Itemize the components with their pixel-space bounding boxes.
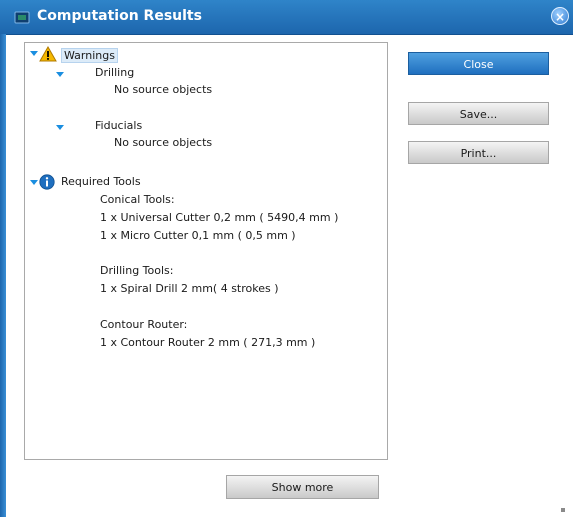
contour-router-item: 1 x Contour Router 2 mm ( 271,3 mm ) xyxy=(100,336,316,349)
drilling-tools-header: Drilling Tools: xyxy=(100,264,174,277)
results-panel: Warnings Drilling No source objects Fidu… xyxy=(24,42,388,460)
expand-triangle-icon[interactable] xyxy=(56,125,64,130)
expand-triangle-icon[interactable] xyxy=(30,51,38,56)
conical-tool-item: 1 x Universal Cutter 0,2 mm ( 5490,4 mm … xyxy=(100,211,339,224)
resize-grip[interactable] xyxy=(561,508,565,512)
tree-detail-drilling: No source objects xyxy=(114,83,213,96)
info-icon xyxy=(39,174,55,190)
save-button[interactable]: Save... xyxy=(408,102,549,125)
drilling-tool-item: 1 x Spiral Drill 2 mm( 4 strokes ) xyxy=(100,282,279,295)
tree-item-fiducials[interactable]: Fiducials xyxy=(95,119,142,132)
window-left-border xyxy=(0,34,6,517)
tree-item-required-tools[interactable]: Required Tools xyxy=(61,175,141,188)
app-icon xyxy=(14,11,30,24)
results-tree: Warnings Drilling No source objects Fidu… xyxy=(25,43,387,459)
title-bar[interactable]: Computation Results × xyxy=(0,0,573,35)
contour-router-header: Contour Router: xyxy=(100,318,188,331)
window-title: Computation Results xyxy=(37,8,202,24)
tree-detail-fiducials: No source objects xyxy=(114,136,213,149)
tree-item-warnings[interactable]: Warnings xyxy=(61,48,118,63)
expand-triangle-icon[interactable] xyxy=(56,72,64,77)
conical-tool-item: 1 x Micro Cutter 0,1 mm ( 0,5 mm ) xyxy=(100,229,296,242)
tree-item-drilling[interactable]: Drilling xyxy=(95,66,134,79)
close-window-button[interactable]: × xyxy=(551,7,569,25)
show-more-button[interactable]: Show more xyxy=(226,475,379,499)
close-button[interactable]: Close xyxy=(408,52,549,75)
warning-icon xyxy=(39,46,57,62)
print-button[interactable]: Print... xyxy=(408,141,549,164)
computation-results-window: Computation Results × Warnings Drilling … xyxy=(0,0,573,517)
expand-triangle-icon[interactable] xyxy=(30,180,38,185)
conical-tools-header: Conical Tools: xyxy=(100,193,175,206)
